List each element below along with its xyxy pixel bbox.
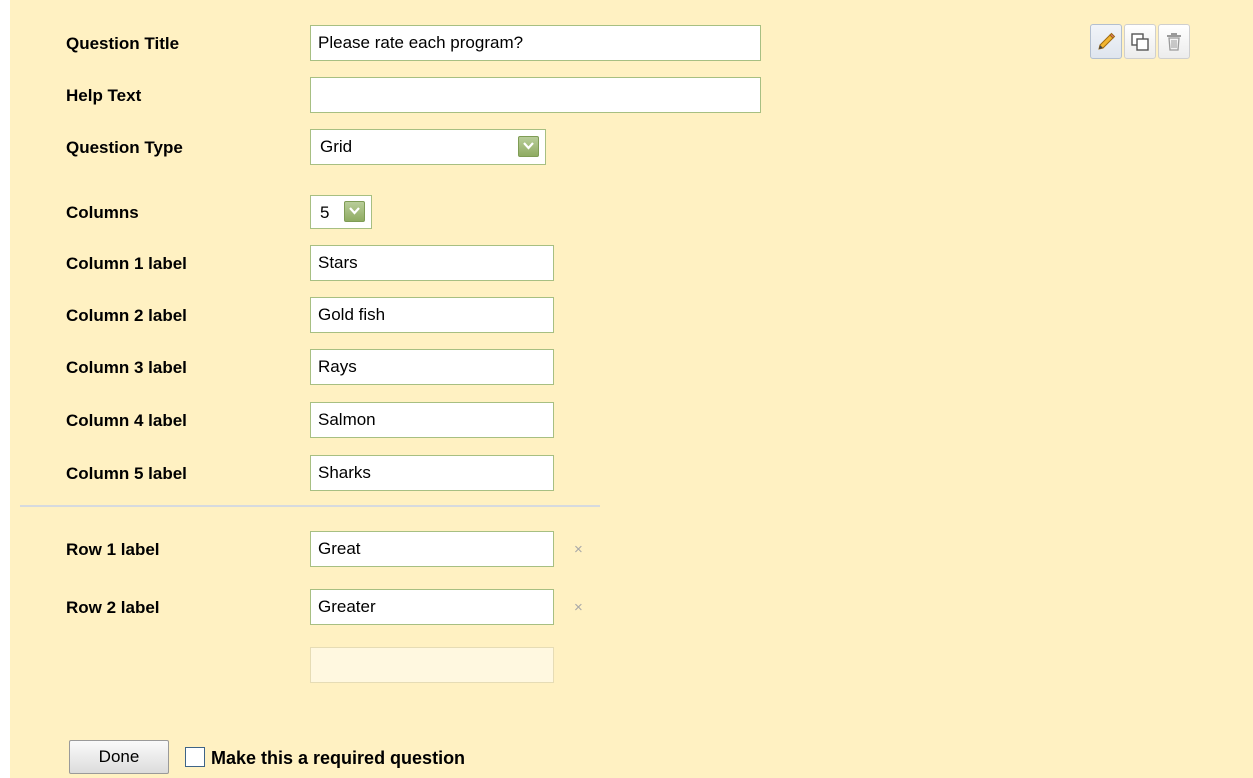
duplicate-icon [1131,33,1149,51]
column-5-label: Column 5 label [66,464,187,483]
row-1-label: Row 1 label [66,540,160,559]
question-title-input[interactable] [310,25,761,61]
edit-button[interactable] [1090,24,1122,59]
new-row-input[interactable] [310,647,554,683]
column-4-input[interactable] [310,402,554,438]
column-3-input[interactable] [310,349,554,385]
question-type-label: Question Type [66,138,183,157]
columns-label: Columns [66,203,139,222]
done-button[interactable]: Done [69,740,169,774]
question-type-select[interactable]: Grid [310,129,546,165]
row-2-input[interactable] [310,589,554,625]
column-3-label: Column 3 label [66,358,187,377]
help-text-label: Help Text [66,86,142,105]
question-edit-panel: Question Title Help Text Question Type G… [10,0,1253,778]
column-5-input[interactable] [310,455,554,491]
chevron-down-icon [344,201,365,222]
column-4-label: Column 4 label [66,411,187,430]
chevron-down-icon [518,136,539,157]
column-1-label: Column 1 label [66,254,187,273]
question-title-label: Question Title [66,34,180,53]
delete-button[interactable] [1158,24,1190,59]
column-2-input[interactable] [310,297,554,333]
question-type-value: Grid [320,137,353,156]
trash-icon [1167,33,1181,51]
column-2-label: Column 2 label [66,306,187,325]
help-text-input[interactable] [310,77,761,113]
columns-value: 5 [320,203,330,222]
row-2-label: Row 2 label [66,598,160,617]
section-divider [20,505,600,507]
row-1-input[interactable] [310,531,554,567]
columns-select[interactable]: 5 [310,195,372,229]
remove-row-2-button[interactable]: × [574,598,583,618]
required-question-label: Make this a required question [211,748,466,768]
required-question-checkbox[interactable] [185,747,205,767]
pencil-icon [1098,32,1116,50]
remove-row-1-button[interactable]: × [574,540,583,560]
column-1-input[interactable] [310,245,554,281]
duplicate-button[interactable] [1124,24,1156,59]
